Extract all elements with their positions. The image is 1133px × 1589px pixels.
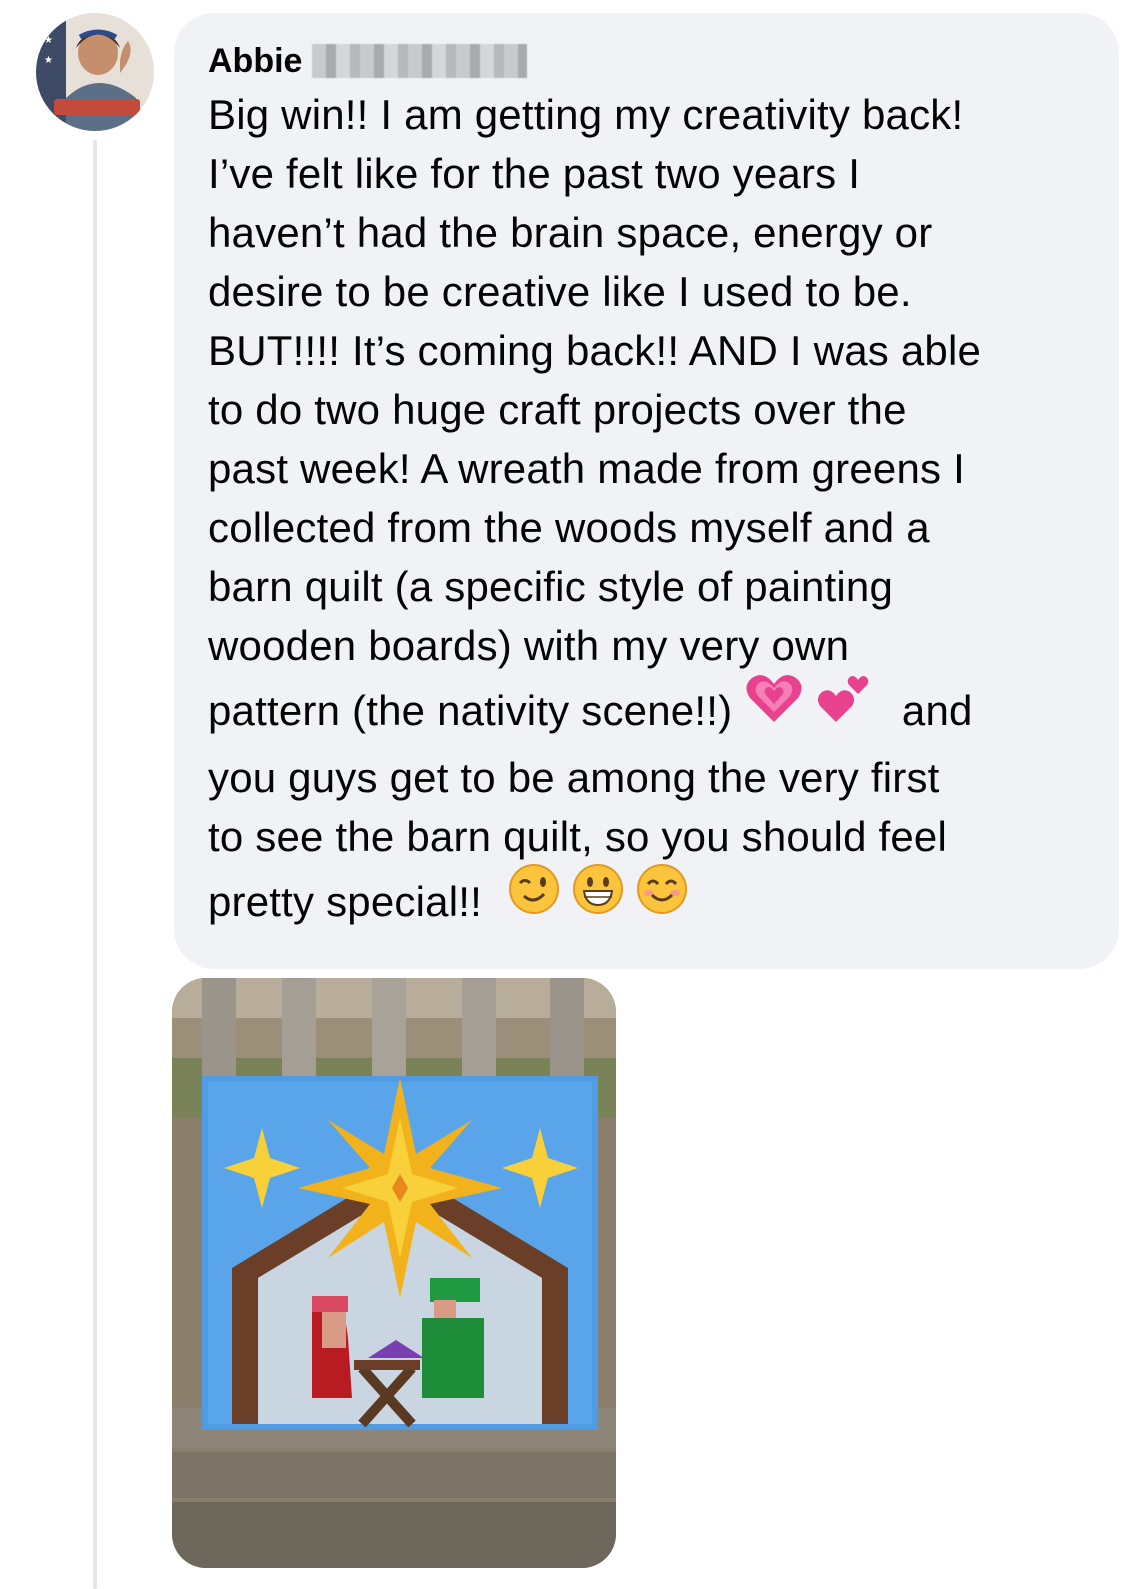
svg-text:★: ★ — [44, 55, 53, 66]
text-line: BUT!!!! It’s coming back!! AND I was abl… — [208, 327, 982, 374]
comment-text: Big win!! I am getting my creativity bac… — [208, 85, 1108, 938]
redacted-surname — [312, 44, 528, 78]
svg-text:★: ★ — [44, 35, 53, 46]
text-line: desire to be creative like I used to be. — [208, 268, 912, 315]
text-segment: and — [901, 687, 973, 734]
two-hearts-icon — [816, 670, 872, 748]
comment-bubble: Abbie Big win!! I am getting my creativi… — [174, 13, 1119, 969]
author-row: Abbie — [208, 39, 528, 83]
text-line: to do two huge craft projects over the — [208, 386, 907, 433]
text-segment: pattern (the nativity scene!!) — [208, 687, 733, 734]
text-line: collected from the woods myself and a — [208, 504, 930, 551]
text-line: haven’t had the brain space, energy or — [208, 209, 933, 256]
text-line: Big win!! I am getting my creativity bac… — [208, 91, 964, 138]
text-line: barn quilt (a specific style of painting — [208, 563, 894, 610]
text-segment: pretty special!! — [208, 877, 482, 925]
text-line: you guys get to be among the very first — [208, 753, 940, 801]
text-line-with-emoji: pattern (the nativity scene!!) and — [208, 674, 1108, 748]
author-name[interactable]: Abbie — [208, 39, 302, 83]
thread-line — [93, 140, 97, 1589]
grinning-face-icon — [572, 863, 624, 937]
heart-with-ribbon-icon — [744, 670, 804, 748]
text-line: wooden boards) with my very own — [208, 622, 850, 669]
photo-attachment[interactable] — [172, 978, 616, 1568]
text-line: I’ve felt like for the past two years I — [208, 150, 861, 197]
text-line: to see the barn quilt, so you should fee… — [208, 812, 948, 860]
text-line: past week! A wreath made from greens I — [208, 445, 965, 492]
smiling-face-icon — [636, 863, 688, 937]
text-line-with-emoji: pretty special!! — [208, 863, 1108, 938]
author-avatar[interactable]: ★ ★ — [36, 13, 154, 131]
winking-face-icon — [508, 863, 560, 937]
